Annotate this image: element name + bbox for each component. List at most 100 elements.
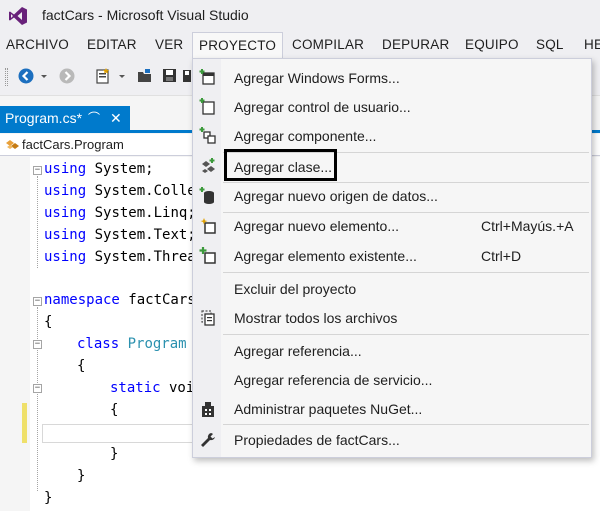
code-text: System;	[86, 161, 154, 177]
namespace-fold-guide	[37, 307, 38, 491]
project-menu-dropdown: Agregar Windows Forms... Agregar control…	[192, 58, 592, 458]
usings-fold-guide	[37, 176, 38, 268]
menu-item-label: Agregar referencia de servicio...	[234, 372, 433, 388]
menu-item-exclude-from-project[interactable]: Excluir del proyecto	[193, 275, 591, 303]
menu-item-add-service-reference[interactable]: Agregar referencia de servicio...	[193, 366, 591, 394]
code-text: }	[44, 490, 53, 506]
menu-item-add-reference[interactable]: Agregar referencia...	[193, 337, 591, 365]
menu-help[interactable]: HE	[578, 32, 600, 58]
editor-gutter	[0, 157, 30, 511]
visual-studio-logo-icon	[9, 7, 27, 25]
unsaved-change-marker	[22, 403, 27, 443]
code-text: System.Linq;	[86, 205, 196, 221]
pin-tab-icon[interactable]: ⌒	[88, 106, 100, 130]
close-tab-icon[interactable]: ✕	[110, 106, 122, 130]
save-icon[interactable]	[161, 67, 179, 85]
component-icon	[199, 127, 216, 144]
menu-sql[interactable]: SQL	[530, 32, 570, 58]
menu-archivo[interactable]: ARCHIVO	[0, 32, 75, 58]
code-line: namespace factCars	[44, 292, 196, 308]
keyword: using	[44, 205, 87, 221]
menu-item-label: Excluir del proyecto	[234, 281, 357, 297]
save-all-icon[interactable]	[182, 67, 192, 85]
keyword: static	[110, 380, 161, 396]
code-line: {	[77, 358, 85, 374]
menu-item-add-data-source[interactable]: Agregar nuevo origen de datos...	[193, 182, 591, 210]
new-project-dropdown-icon[interactable]	[118, 67, 126, 85]
menu-item-shortcut: Ctrl+D	[481, 248, 522, 264]
code-text: {	[110, 402, 119, 418]
menu-item-add-new-item[interactable]: Agregar nuevo elemento... Ctrl+Mayús.+A	[193, 212, 591, 240]
navigate-forward-icon[interactable]	[58, 67, 76, 85]
menu-item-project-properties[interactable]: Propiedades de factCars...	[193, 426, 591, 454]
collapse-method-icon[interactable]: −	[33, 384, 42, 393]
class-scope-icon	[6, 140, 19, 149]
code-line: using System.Linq;	[44, 205, 196, 221]
nuget-icon	[202, 402, 214, 417]
menu-item-add-windows-forms[interactable]: Agregar Windows Forms...	[193, 64, 591, 92]
navigation-scope-label: factCars.Program	[22, 137, 124, 152]
menu-bar: ARCHIVO EDITAR VER PROYECTO COMPILAR DEP…	[0, 32, 600, 59]
code-text: System.Threa	[86, 249, 196, 265]
menu-item-label: Agregar elemento existente...	[234, 248, 417, 264]
toolbar-grip[interactable]	[5, 68, 8, 86]
code-line: using System.Text;	[44, 227, 196, 243]
menu-item-add-component[interactable]: Agregar componente...	[193, 122, 591, 150]
menu-editar[interactable]: EDITAR	[81, 32, 143, 58]
code-line: static voi	[110, 380, 194, 396]
menu-compilar[interactable]: COMPILAR	[286, 32, 370, 58]
menu-item-manage-nuget-packages[interactable]: Administrar paquetes NuGet...	[193, 395, 591, 423]
menu-separator	[223, 272, 589, 273]
keyword: using	[44, 227, 87, 243]
menu-item-label: Propiedades de factCars...	[234, 432, 400, 448]
open-file-icon[interactable]	[136, 67, 154, 85]
code-line: }	[44, 490, 52, 506]
code-text: }	[110, 446, 119, 462]
existing-item-icon	[199, 247, 216, 264]
title-bar: factCars - Microsoft Visual Studio	[0, 0, 600, 32]
menu-equipo[interactable]: EQUIPO	[459, 32, 525, 58]
code-line: using System.Colle	[44, 183, 196, 199]
code-text: factCars	[119, 292, 196, 308]
document-tab-program-cs[interactable]: Program.cs* ⌒ ✕	[0, 106, 130, 130]
navigate-back-icon[interactable]	[17, 67, 35, 85]
menu-item-label: Agregar componente...	[234, 128, 377, 144]
menu-item-label: Agregar Windows Forms...	[234, 70, 400, 86]
wrench-icon	[201, 433, 215, 447]
code-line: class Program	[77, 336, 187, 352]
code-text: voi	[160, 380, 195, 396]
user-control-icon	[199, 98, 215, 115]
menu-item-add-user-control[interactable]: Agregar control de usuario...	[193, 93, 591, 121]
code-text: {	[77, 358, 86, 374]
menu-item-add-existing-item[interactable]: Agregar elemento existente... Ctrl+D	[193, 242, 591, 270]
current-line-indicator	[42, 424, 212, 443]
back-dropdown-icon[interactable]	[40, 67, 48, 85]
new-project-icon[interactable]	[94, 67, 112, 85]
menu-ver[interactable]: VER	[149, 32, 189, 58]
menu-depurar[interactable]: DEPURAR	[376, 32, 455, 58]
keyword: using	[44, 183, 87, 199]
keyword: using	[44, 249, 87, 265]
keyword: using	[44, 161, 87, 177]
type-name: Program	[119, 336, 187, 352]
collapse-namespace-icon[interactable]: −	[33, 297, 42, 306]
code-text: System.Colle	[86, 183, 196, 199]
menu-separator	[223, 334, 589, 335]
code-line: using System;	[44, 161, 154, 177]
keyword: namespace	[44, 292, 120, 308]
menu-item-label: Mostrar todos los archivos	[234, 310, 398, 326]
class-icon	[202, 158, 215, 173]
menu-item-label: Agregar control de usuario...	[234, 99, 411, 115]
code-line: using System.Threa	[44, 249, 196, 265]
menu-proyecto[interactable]: PROYECTO	[192, 32, 284, 59]
data-source-icon	[199, 187, 214, 204]
windows-form-icon	[199, 69, 215, 85]
menu-item-show-all-files[interactable]: Mostrar todos los archivos	[193, 304, 591, 332]
new-item-icon	[200, 218, 216, 234]
collapse-class-icon[interactable]: −	[33, 340, 42, 349]
menu-item-label: Agregar nuevo origen de datos...	[234, 188, 438, 204]
code-line: {	[44, 314, 52, 330]
show-all-files-icon	[201, 310, 215, 326]
menu-item-label: Administrar paquetes NuGet...	[234, 401, 423, 417]
collapse-usings-icon[interactable]: −	[33, 166, 42, 175]
